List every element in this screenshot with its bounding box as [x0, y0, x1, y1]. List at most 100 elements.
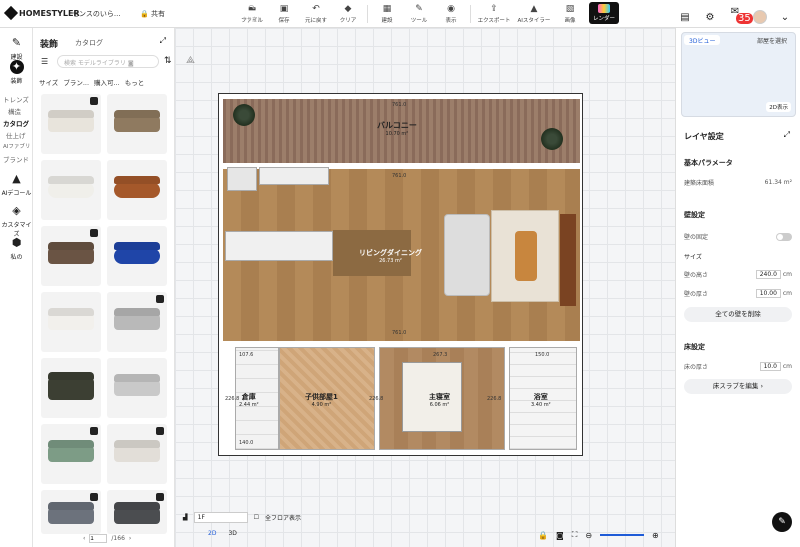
- settings-icon[interactable]: ⚙: [703, 12, 717, 23]
- product-card[interactable]: [41, 94, 101, 154]
- section-floor[interactable]: 床設定: [684, 342, 705, 352]
- wall-thickness-input[interactable]: 10.00: [755, 288, 781, 298]
- nav-decor[interactable]: ✦ 装飾: [0, 60, 33, 85]
- share-button[interactable]: 🔒 共有: [140, 9, 165, 19]
- undo-button[interactable]: ↶ 元に戻す: [300, 2, 332, 26]
- layers-icon[interactable]: ▤: [678, 12, 692, 23]
- tab-select-room[interactable]: 部屋を選択: [752, 35, 792, 45]
- chat-icon[interactable]: ✎: [772, 512, 792, 532]
- chevron-down-icon[interactable]: ⌄: [778, 12, 792, 23]
- clear-button[interactable]: ◆ クリア: [332, 2, 364, 26]
- mini-3d-view[interactable]: 3Dビュー 部屋を選択 2D表示: [681, 32, 796, 117]
- product-card[interactable]: [107, 160, 167, 220]
- save-icon: ▣: [279, 4, 289, 14]
- plant-icon[interactable]: [233, 104, 255, 126]
- filter-more[interactable]: もっと: [125, 77, 145, 87]
- subnav-structure[interactable]: 構造: [8, 106, 21, 116]
- product-card[interactable]: [107, 226, 167, 286]
- build-button[interactable]: ▦ 建設: [371, 2, 403, 26]
- product-card[interactable]: [41, 358, 101, 418]
- floor-plan[interactable]: バルコニー 10.70 m² 761.0 リビングダイニング 26.73 m² 76…: [218, 93, 583, 456]
- search-input[interactable]: 検索 モデルライブラリ ◙: [57, 55, 159, 68]
- edit-slab-button[interactable]: 床スラブを編集 ›: [684, 379, 792, 394]
- save-button[interactable]: ▣ 保存: [268, 2, 300, 26]
- camera-icon[interactable]: ◙: [128, 60, 134, 67]
- ai-styler-button[interactable]: ▲ AIスタイラー: [514, 2, 554, 26]
- product-card[interactable]: [41, 292, 101, 352]
- subnav-brand[interactable]: ブランド: [3, 154, 29, 164]
- zoom-in-icon[interactable]: ⊕: [652, 531, 659, 540]
- section-wall[interactable]: 壁設定: [684, 210, 705, 220]
- sort-icon[interactable]: ⇅: [164, 56, 172, 66]
- delete-walls-button[interactable]: 全ての壁を削除: [684, 307, 792, 322]
- notification-badge: 35: [736, 13, 753, 24]
- clear-label: クリア: [339, 18, 357, 24]
- product-card[interactable]: [107, 424, 167, 484]
- tools-label: ツール: [410, 18, 428, 24]
- filter-size[interactable]: サイズ: [39, 77, 58, 87]
- mail-icon[interactable]: ✉35: [728, 6, 753, 28]
- filter-purchasable[interactable]: 購入可...: [94, 77, 120, 87]
- all-floors-checkbox[interactable]: ☐: [254, 514, 259, 521]
- left-nav: ✎ 建設 ✦ 装飾 トレンズ 構造 カタログ 仕上げ AIファブリ ブランド ▲ AI…: [0, 28, 33, 547]
- mini-2d-toggle[interactable]: 2D表示: [766, 102, 791, 112]
- main-toolbar: ▬ ファイル ▣ 保存 ↶ 元に戻す ↷ やり直し ◆ クリア ▦ 建設 ✎ ツール ◉ 表示 …: [236, 2, 619, 26]
- product-card[interactable]: [41, 160, 101, 220]
- floor-select[interactable]: 1F: [193, 512, 248, 523]
- kitchen-unit[interactable]: [225, 231, 333, 261]
- subnav-trends[interactable]: トレンズ: [3, 94, 29, 104]
- brand-logo[interactable]: HOMESTYLER: [3, 5, 80, 21]
- image-button[interactable]: ▧ 画像: [554, 2, 586, 26]
- subnav-ai-fabric[interactable]: AIファブリ: [3, 142, 30, 150]
- avatar[interactable]: [753, 10, 767, 24]
- render-button[interactable]: レンダー: [589, 2, 619, 24]
- kitchen-counter[interactable]: [259, 167, 329, 185]
- nav-customize[interactable]: ◈ カスタマイズ: [0, 204, 33, 238]
- nav-ai-decor[interactable]: ▲ AIデコール: [0, 172, 33, 197]
- product-card[interactable]: [41, 424, 101, 484]
- fridge[interactable]: [227, 167, 257, 191]
- product-card[interactable]: [107, 94, 167, 154]
- tv-shelf[interactable]: [560, 214, 576, 306]
- zoom-out-icon[interactable]: ⊖: [585, 531, 592, 540]
- next-page-icon[interactable]: ›: [129, 535, 131, 542]
- nav-build[interactable]: ✎ 建設: [0, 36, 33, 61]
- tools-button[interactable]: ✎ ツール: [403, 2, 435, 26]
- page-input[interactable]: [89, 534, 108, 543]
- product-card[interactable]: [41, 226, 101, 286]
- wall-height-input[interactable]: 240.0: [755, 269, 781, 279]
- wall-lock-toggle[interactable]: [776, 232, 792, 241]
- sofa[interactable]: [444, 214, 490, 296]
- lock-icon[interactable]: 🔒: [538, 531, 548, 540]
- view-2d-button[interactable]: 2D: [208, 530, 216, 537]
- product-card[interactable]: [107, 358, 167, 418]
- fit-icon[interactable]: ⛶: [572, 530, 578, 540]
- zoom-slider[interactable]: [600, 534, 645, 536]
- list-icon[interactable]: ☰: [41, 57, 48, 66]
- filter-brand[interactable]: ブラン...: [63, 77, 89, 87]
- tab-3d-view[interactable]: 3Dビュー: [684, 35, 721, 45]
- camera-icon[interactable]: ◙: [556, 531, 564, 540]
- project-name[interactable]: センスのいら...: [72, 9, 121, 19]
- nav-mine[interactable]: ⬢ 私の: [0, 236, 33, 261]
- plant-icon[interactable]: [541, 128, 563, 150]
- coffee-table[interactable]: [515, 231, 537, 281]
- brand-name: HOMESTYLER: [19, 8, 80, 18]
- product-card[interactable]: [107, 292, 167, 352]
- view-button[interactable]: ◉ 表示: [435, 2, 467, 26]
- stairs-icon[interactable]: ▟: [183, 514, 188, 521]
- floor-thickness-input[interactable]: 10.0: [759, 361, 781, 371]
- subnav-catalog[interactable]: カタログ: [3, 118, 29, 128]
- section-basic[interactable]: 基本パラメータ: [684, 158, 733, 168]
- search-placeholder: 検索 モデルライブラリ: [64, 60, 126, 67]
- redo-button[interactable]: ↷ やり直し: [236, 2, 268, 26]
- view-3d-button[interactable]: 3D: [228, 530, 236, 537]
- export-button[interactable]: ⇪ エクスポート: [474, 2, 514, 26]
- subnav-finish[interactable]: 仕上げ: [6, 130, 26, 140]
- product-card[interactable]: [41, 490, 101, 534]
- product-card[interactable]: [107, 490, 167, 534]
- expand-icon[interactable]: ⤢: [160, 36, 166, 46]
- prev-page-icon[interactable]: ‹: [83, 535, 85, 542]
- save-label: 保存: [278, 18, 290, 24]
- expand-icon[interactable]: ⤢: [784, 130, 790, 140]
